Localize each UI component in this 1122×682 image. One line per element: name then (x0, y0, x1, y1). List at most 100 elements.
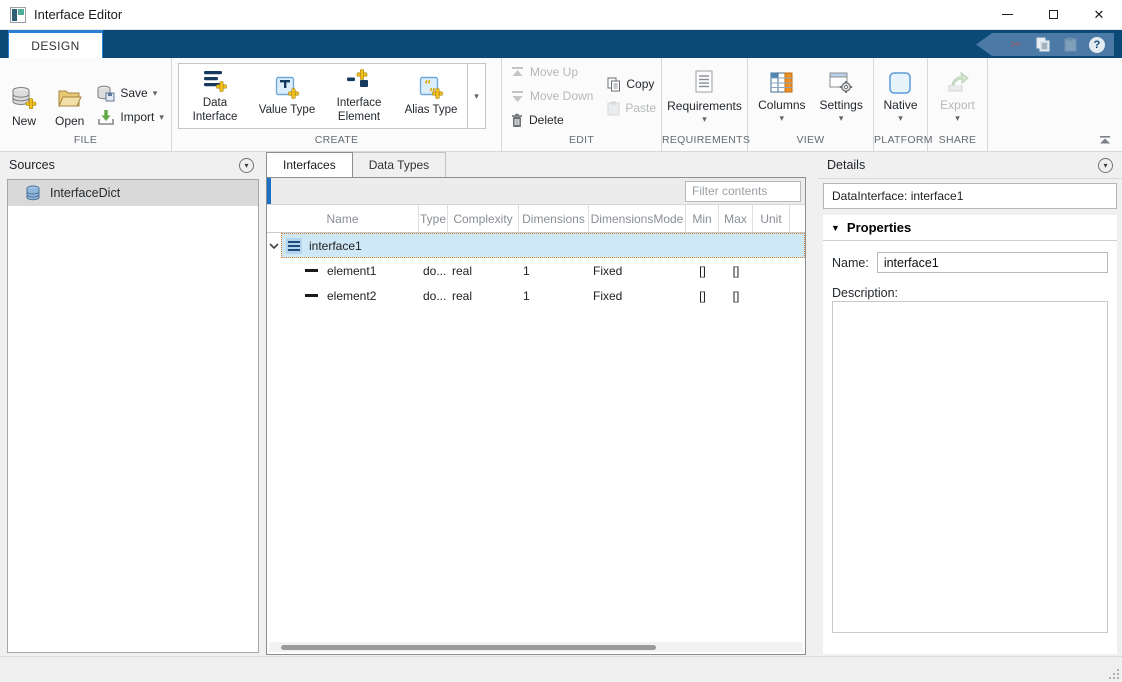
export-dropdown-arrow: ▾ (955, 115, 960, 121)
move-down-button[interactable]: Move Down (510, 85, 593, 107)
import-button[interactable]: Import ▾ (97, 106, 164, 128)
copy-button[interactable]: Copy (607, 73, 656, 95)
properties-label: Properties (847, 220, 911, 235)
import-dropdown-arrow[interactable]: ▾ (159, 112, 164, 123)
move-up-label: Move Up (530, 65, 578, 79)
scissors-icon: ✂ (1011, 37, 1022, 53)
interface-element-icon (346, 68, 372, 94)
import-icon (97, 109, 115, 126)
help-button[interactable]: ? (1089, 37, 1105, 53)
tab-data-types[interactable]: Data Types (353, 152, 446, 177)
column-header-dimensions: Dimensions (519, 205, 589, 232)
paste-label: Paste (625, 101, 656, 115)
close-button[interactable]: ✕ (1076, 0, 1122, 30)
cell-type[interactable]: do... (419, 264, 448, 278)
name-input[interactable] (877, 252, 1108, 273)
tab-interfaces[interactable]: Interfaces (266, 152, 353, 177)
element-icon (305, 294, 318, 297)
column-header-complexity: Complexity (448, 205, 519, 232)
source-item-label: InterfaceDict (50, 186, 120, 200)
save-button[interactable]: Save ▾ (97, 82, 164, 104)
details-panel: Details ▾ DataInterface: interface1 ▼ Pr… (818, 152, 1122, 656)
column-header-dimensionsmode: DimensionsMode (589, 205, 686, 232)
data-interface-icon (202, 68, 228, 94)
new-label: New (12, 114, 36, 128)
value-type-button[interactable]: Value Type (251, 64, 323, 128)
cell-name: interface1 (309, 239, 362, 253)
native-button[interactable]: Native ▾ (878, 69, 922, 123)
cell-dimensionsmode[interactable]: Fixed (589, 289, 686, 303)
requirements-section-label: REQUIREMENTS (662, 134, 747, 151)
delete-button[interactable]: Delete (510, 109, 593, 131)
details-menu-button[interactable]: ▾ (1098, 158, 1113, 173)
alias-type-button[interactable]: “ „ Alias Type (395, 64, 467, 128)
selection-info-box: DataInterface: interface1 (823, 183, 1117, 209)
sources-menu-button[interactable]: ▾ (239, 158, 254, 173)
save-icon (97, 85, 115, 102)
columns-button[interactable]: Columns ▾ (753, 69, 810, 123)
cell-name[interactable]: element1 (281, 264, 419, 278)
paste-quick-button[interactable] (1062, 37, 1078, 53)
ribbon-section-share: Export ▾ SHARE (928, 58, 988, 151)
table-row-interface1[interactable]: interface1 (267, 233, 805, 258)
cell-complexity[interactable]: real (448, 264, 519, 278)
properties-section-header[interactable]: ▼ Properties (823, 215, 1117, 241)
paste-button[interactable]: Paste (607, 97, 656, 119)
minimize-button[interactable] (984, 0, 1030, 30)
export-icon (946, 71, 970, 95)
copy-icon (607, 77, 621, 92)
interface-element-button[interactable]: Interface Element (323, 64, 395, 128)
column-header-min: Min (686, 205, 719, 232)
expander-chevron-icon[interactable] (267, 243, 281, 249)
cell-max[interactable]: [] (719, 289, 753, 303)
sources-title: Sources (9, 158, 55, 172)
interface-element-label: Interface Element (326, 97, 392, 123)
selected-row-highlight[interactable]: interface1 (281, 233, 805, 258)
ribbon-section-platform: Native ▾ PLATFORM (874, 58, 928, 151)
import-label: Import (120, 110, 154, 124)
app-icon (10, 7, 26, 23)
cell-dimensionsmode[interactable]: Fixed (589, 264, 686, 278)
description-textarea[interactable] (832, 301, 1108, 633)
copy-quick-button[interactable] (1035, 37, 1051, 53)
filter-input[interactable] (685, 181, 801, 202)
column-header-name: Name (267, 205, 419, 232)
cell-max[interactable]: [] (719, 264, 753, 278)
maximize-button[interactable] (1030, 0, 1076, 30)
save-dropdown-arrow[interactable]: ▾ (153, 88, 158, 99)
table-row-element1[interactable]: element1 do... real 1 Fixed [] [] (267, 258, 805, 283)
source-item-interfacedict[interactable]: InterfaceDict (8, 180, 258, 206)
requirements-button[interactable]: Requirements ▾ (662, 68, 747, 124)
create-gallery-dropdown[interactable]: ▾ (468, 63, 486, 129)
cut-button[interactable]: ✂ (1008, 37, 1024, 53)
cell-min[interactable]: [] (686, 289, 719, 303)
settings-button[interactable]: Settings ▾ (815, 69, 868, 123)
export-button[interactable]: Export ▾ (935, 69, 980, 123)
cell-min[interactable]: [] (686, 264, 719, 278)
horizontal-scrollbar[interactable] (269, 642, 803, 652)
tab-design[interactable]: DESIGN (8, 30, 103, 58)
copy-label: Copy (626, 77, 654, 91)
cell-name[interactable]: element2 (281, 289, 419, 303)
element-icon (305, 269, 318, 272)
cell-complexity[interactable]: real (448, 289, 519, 303)
create-section-label: CREATE (172, 134, 501, 151)
ribbon-section-edit: Move Up Move Down (502, 58, 662, 151)
move-up-button[interactable]: Move Up (510, 61, 593, 83)
table-row-element2[interactable]: element2 do... real 1 Fixed [] [] (267, 283, 805, 308)
scrollbar-thumb[interactable] (281, 645, 656, 650)
data-interface-button[interactable]: Data Interface (179, 64, 251, 128)
resize-grip[interactable] (1107, 667, 1119, 679)
cell-dimensions[interactable]: 1 (519, 264, 589, 278)
sources-panel: Sources ▾ InterfaceDict (0, 152, 263, 656)
open-button[interactable]: Open (50, 83, 89, 130)
collapse-ribbon-button[interactable] (1098, 135, 1112, 145)
requirements-dropdown-arrow: ▾ (702, 116, 707, 122)
columns-label: Columns (758, 98, 805, 112)
column-header-type: Type (419, 205, 448, 232)
cell-dimensions[interactable]: 1 (519, 289, 589, 303)
cell-type[interactable]: do... (419, 289, 448, 303)
new-button[interactable]: New (6, 83, 42, 130)
move-up-icon (510, 66, 525, 79)
close-icon: ✕ (1094, 8, 1105, 21)
